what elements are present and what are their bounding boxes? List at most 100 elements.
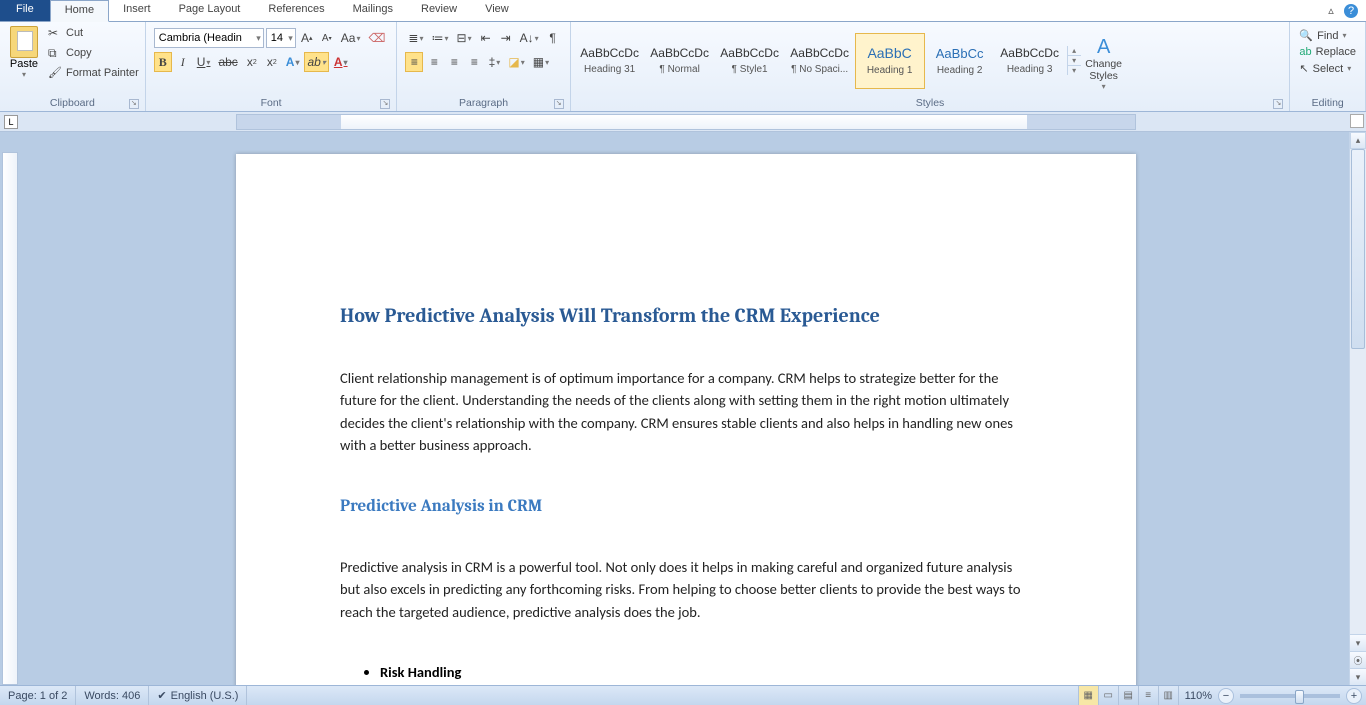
vertical-ruler[interactable] — [2, 152, 18, 685]
style-name: ¶ Normal — [659, 64, 699, 75]
grow-font-button[interactable]: A▴ — [298, 28, 316, 48]
styles-gallery-scroll[interactable]: ▴ ▾ ▾ — [1067, 46, 1081, 75]
tab-file[interactable]: File — [0, 0, 50, 21]
numbering-button[interactable]: ≔ — [429, 28, 452, 48]
doc-bullet-list[interactable]: Risk Handling — [380, 663, 1032, 681]
scroll-down-icon[interactable]: ▾ — [1350, 634, 1366, 651]
zoom-level[interactable]: 110% — [1178, 686, 1218, 705]
scroll-track[interactable] — [1350, 149, 1366, 634]
clear-formatting-button[interactable]: ⌫ — [365, 28, 388, 48]
line-spacing-button[interactable]: ‡ — [485, 52, 503, 72]
doc-heading-2[interactable]: Predictive Analysis in CRM — [340, 497, 1032, 516]
change-case-button[interactable]: Aa — [338, 28, 364, 48]
gallery-more-icon[interactable]: ▾ — [1068, 66, 1081, 75]
status-page[interactable]: Page: 1 of 2 — [0, 686, 76, 705]
font-name-combo[interactable]: Cambria (Headin — [154, 28, 264, 48]
align-left-button[interactable]: ≡ — [405, 52, 423, 72]
help-icon[interactable]: ? — [1344, 4, 1358, 18]
change-styles-button[interactable]: A Change Styles ▾ — [1081, 30, 1127, 91]
style-item---normal[interactable]: AaBbCcDc¶ Normal — [645, 33, 715, 89]
shading-button[interactable]: ◪ — [505, 52, 527, 72]
clipboard-dialog-launcher[interactable]: ↘ — [129, 99, 139, 109]
text-effects-button[interactable]: A — [283, 52, 303, 72]
justify-button[interactable]: ≡ — [465, 52, 483, 72]
doc-bullet-1[interactable]: Risk Handling — [380, 663, 1032, 681]
style-preview: AaBbCcDc — [580, 46, 639, 60]
next-page-icon[interactable]: ▾ — [1350, 668, 1366, 685]
horizontal-ruler[interactable] — [236, 114, 1136, 130]
document-area: How Predictive Analysis Will Transform t… — [0, 132, 1349, 685]
underline-button[interactable]: U — [194, 52, 214, 72]
gallery-up-icon[interactable]: ▴ — [1068, 46, 1081, 56]
tab-selector[interactable]: L — [4, 115, 18, 129]
group-editing: 🔍Find▾ abReplace ↖Select▾ Editing — [1290, 22, 1366, 111]
scroll-up-icon[interactable]: ▴ — [1350, 132, 1366, 149]
decrease-indent-button[interactable]: ⇤ — [477, 28, 495, 48]
borders-button[interactable]: ▦ — [530, 52, 552, 72]
tab-home[interactable]: Home — [50, 0, 109, 22]
font-dialog-launcher[interactable]: ↘ — [380, 99, 390, 109]
format-painter-button[interactable]: Format Painter — [46, 64, 141, 82]
style-item---no-spaci---[interactable]: AaBbCcDc¶ No Spaci... — [785, 33, 855, 89]
font-color-button[interactable]: A — [331, 52, 351, 72]
vertical-scrollbar[interactable]: ▴ ▾ ⦿ ▾ — [1349, 132, 1366, 685]
zoom-in-button[interactable]: + — [1346, 688, 1362, 704]
tab-review[interactable]: Review — [407, 0, 471, 21]
tab-mailings[interactable]: Mailings — [339, 0, 407, 21]
document-page[interactable]: How Predictive Analysis Will Transform t… — [236, 154, 1136, 685]
highlight-button[interactable]: ab — [304, 52, 328, 72]
italic-button[interactable]: I — [174, 52, 192, 72]
show-marks-button[interactable]: ¶ — [544, 28, 562, 48]
ruler-toggle[interactable] — [1350, 114, 1364, 128]
paragraph-dialog-launcher[interactable]: ↘ — [554, 99, 564, 109]
view-full-screen[interactable]: ▭ — [1098, 686, 1118, 705]
style-preview: AaBbCcDc — [720, 46, 779, 60]
prev-page-icon[interactable]: ⦿ — [1350, 651, 1366, 668]
bold-button[interactable]: B — [154, 52, 172, 72]
doc-paragraph-2[interactable]: Predictive analysis in CRM is a powerful… — [340, 556, 1032, 623]
style-item-heading-31[interactable]: AaBbCcDcHeading 31 — [575, 33, 645, 89]
view-print-layout[interactable]: ▦ — [1078, 686, 1098, 705]
replace-icon: ab — [1299, 46, 1311, 58]
strikethrough-button[interactable]: abc — [215, 52, 240, 72]
view-web-layout[interactable]: ▤ — [1118, 686, 1138, 705]
styles-dialog-launcher[interactable]: ↘ — [1273, 99, 1283, 109]
shrink-font-button[interactable]: A▾ — [318, 28, 336, 48]
bullets-button[interactable]: ≣ — [405, 28, 426, 48]
select-button[interactable]: ↖Select▾ — [1298, 61, 1357, 76]
status-words[interactable]: Words: 406 — [76, 686, 149, 705]
doc-heading-1[interactable]: How Predictive Analysis Will Transform t… — [340, 304, 1032, 327]
style-item-heading-1[interactable]: AaBbCHeading 1 — [855, 33, 925, 89]
view-draft[interactable]: ▥ — [1158, 686, 1178, 705]
font-size-combo[interactable]: 14 — [266, 28, 296, 48]
style-item---style1[interactable]: AaBbCcDc¶ Style1 — [715, 33, 785, 89]
increase-indent-button[interactable]: ⇥ — [497, 28, 515, 48]
multilevel-button[interactable]: ⊟ — [454, 28, 475, 48]
minimize-ribbon-icon[interactable]: ▵ — [1324, 4, 1338, 18]
doc-paragraph-1[interactable]: Client relationship management is of opt… — [340, 367, 1032, 457]
find-button[interactable]: 🔍Find▾ — [1298, 28, 1357, 43]
tab-page-layout[interactable]: Page Layout — [165, 0, 255, 21]
zoom-slider[interactable] — [1240, 694, 1340, 698]
align-center-button[interactable]: ≡ — [425, 52, 443, 72]
style-item-heading-3[interactable]: AaBbCcDcHeading 3 — [995, 33, 1065, 89]
replace-button[interactable]: abReplace — [1298, 45, 1357, 59]
paste-button[interactable]: Paste ▾ — [4, 24, 44, 81]
tab-view[interactable]: View — [471, 0, 523, 21]
style-item-heading-2[interactable]: AaBbCcHeading 2 — [925, 33, 995, 89]
subscript-button[interactable]: x2 — [243, 52, 261, 72]
view-outline[interactable]: ≡ — [1138, 686, 1158, 705]
zoom-out-button[interactable]: − — [1218, 688, 1234, 704]
align-right-button[interactable]: ≡ — [445, 52, 463, 72]
superscript-button[interactable]: x2 — [263, 52, 281, 72]
tab-references[interactable]: References — [254, 0, 338, 21]
tab-insert[interactable]: Insert — [109, 0, 165, 21]
cut-button[interactable]: Cut — [46, 24, 141, 42]
copy-button[interactable]: Copy — [46, 44, 141, 62]
copy-icon — [48, 46, 62, 60]
brush-icon — [48, 66, 62, 80]
scroll-thumb[interactable] — [1351, 149, 1365, 349]
status-language[interactable]: ✔English (U.S.) — [149, 686, 247, 705]
sort-button[interactable]: A↓ — [517, 28, 542, 48]
gallery-down-icon[interactable]: ▾ — [1068, 56, 1081, 66]
